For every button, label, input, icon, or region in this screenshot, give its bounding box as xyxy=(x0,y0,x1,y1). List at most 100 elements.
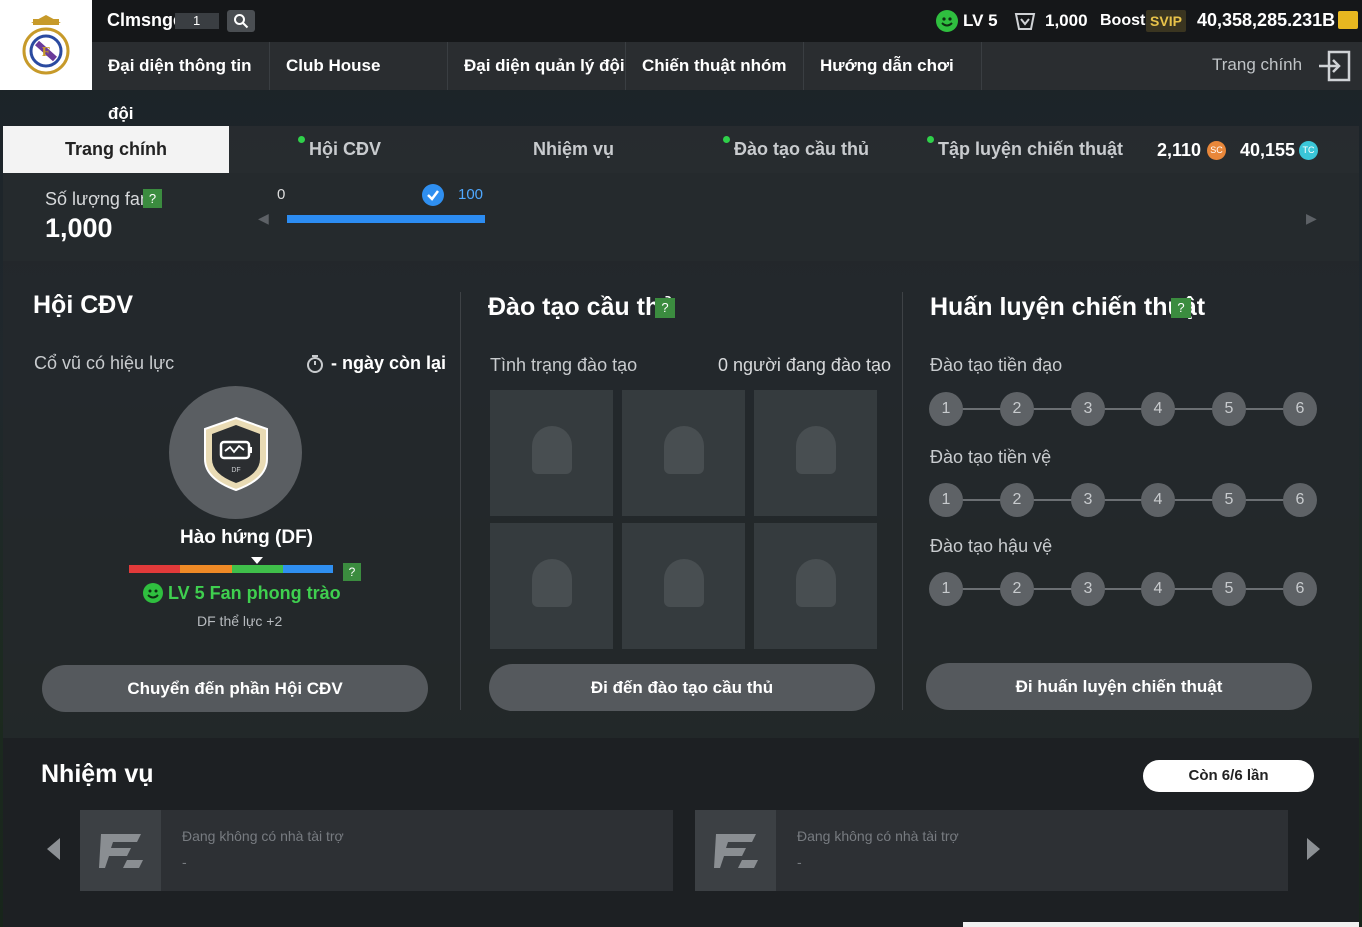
player-placeholder-icon xyxy=(664,559,704,607)
level-bar-red xyxy=(129,565,180,573)
progress-min: 0 xyxy=(277,186,286,203)
help-icon[interactable]: ? xyxy=(1171,298,1191,318)
go-to-tactics-button[interactable]: Đi huấn luyện chiến thuật xyxy=(926,663,1312,710)
effect-label: Cổ vũ có hiệu lực xyxy=(34,353,175,373)
bottom-strip xyxy=(963,922,1359,927)
mission-sub: - xyxy=(797,854,802,870)
step-node[interactable]: 2 xyxy=(1000,572,1034,606)
coins-icon[interactable] xyxy=(1338,11,1358,29)
training-slot[interactable] xyxy=(622,390,745,516)
help-icon[interactable]: ? xyxy=(343,563,361,581)
step-node[interactable]: 1 xyxy=(929,572,963,606)
step-node[interactable]: 6 xyxy=(1283,483,1317,517)
tab-label: Tập luyện chiến thuật xyxy=(938,139,1124,159)
smile-icon xyxy=(936,10,958,32)
search-icon xyxy=(234,14,249,29)
player-placeholder-icon xyxy=(796,559,836,607)
fc-logo-icon xyxy=(80,810,161,891)
training-slot[interactable] xyxy=(754,390,877,516)
training-slot[interactable] xyxy=(622,523,745,649)
search-button[interactable] xyxy=(227,10,255,32)
nav-team-tactics[interactable]: Chiến thuật nhóm xyxy=(626,42,804,90)
go-to-supporters-button[interactable]: Chuyển đến phần Hội CĐV xyxy=(42,665,428,712)
supporters-title: Hội CĐV xyxy=(33,291,133,319)
fan-level-text: LV 5 Fan phong trào xyxy=(168,583,341,603)
mission-text: Đang không có nhà tài trợ xyxy=(797,828,959,844)
level-bar-orange xyxy=(180,565,232,573)
tab-missions[interactable]: Nhiệm vụ xyxy=(533,126,614,173)
chevron-right-icon[interactable]: ▶ xyxy=(1306,210,1317,227)
mission-sub: - xyxy=(182,854,187,870)
exit-button[interactable] xyxy=(1317,50,1351,82)
club-logo[interactable]: F xyxy=(0,0,92,90)
tactics-row-label: Đào tạo tiền đạo xyxy=(930,355,1063,375)
svg-text:F: F xyxy=(42,45,51,60)
step-node[interactable]: 5 xyxy=(1212,392,1246,426)
training-status-label: Tình trạng đào tạo xyxy=(490,355,638,375)
player-placeholder-icon xyxy=(664,426,704,474)
tactics-title: Huấn luyện chiến thuật xyxy=(930,293,1206,321)
divider xyxy=(902,292,903,710)
fan-count-value: 1,000 xyxy=(45,213,113,243)
nav-club-house[interactable]: Club House xyxy=(270,42,448,90)
cheer-emblem-icon[interactable]: DF xyxy=(201,415,271,493)
level-marker xyxy=(251,557,263,564)
days-left: - ngày còn lại xyxy=(331,353,447,373)
training-slot[interactable] xyxy=(490,523,613,649)
nav-home-link[interactable]: Trang chính xyxy=(1212,55,1302,75)
step-node[interactable]: 2 xyxy=(1000,392,1034,426)
training-slot[interactable] xyxy=(490,390,613,516)
tab-supporters[interactable]: Hội CĐV xyxy=(298,126,381,173)
notification-dot xyxy=(723,136,730,143)
arrow-right-icon[interactable] xyxy=(1307,838,1320,860)
fan-strip xyxy=(3,173,1359,261)
mission-card[interactable]: Đang không có nhà tài trợ - xyxy=(80,810,673,891)
training-title: Đào tạo cầu thủ xyxy=(488,293,676,321)
tactics-row-label: Đào tạo tiền vệ xyxy=(930,447,1052,467)
tactics-row-label: Đào tạo hậu vệ xyxy=(930,536,1053,556)
nav-team-info[interactable]: Đại diện thông tin đội xyxy=(92,42,270,123)
step-node[interactable]: 6 xyxy=(1283,392,1317,426)
step-node[interactable]: 4 xyxy=(1141,483,1175,517)
svip-badge[interactable]: SVIP xyxy=(1146,10,1186,32)
step-node[interactable]: 5 xyxy=(1212,572,1246,606)
step-node[interactable]: 3 xyxy=(1071,572,1105,606)
step-node[interactable]: 1 xyxy=(929,392,963,426)
emblem-tag: DF xyxy=(231,467,240,474)
tab-home[interactable]: Trang chính xyxy=(3,126,229,173)
step-node[interactable]: 3 xyxy=(1071,483,1105,517)
nav-team-management[interactable]: Đại diện quản lý đội xyxy=(448,42,626,90)
club-name: Clmsnge xyxy=(107,10,184,30)
step-node[interactable]: 1 xyxy=(929,483,963,517)
go-to-training-button[interactable]: Đi đến đào tạo cầu thủ xyxy=(489,664,875,711)
tc-amount: 40,155 xyxy=(1240,140,1296,160)
step-node[interactable]: 3 xyxy=(1071,392,1105,426)
fan-count-label: Số lượng fan xyxy=(45,189,150,209)
step-node[interactable]: 6 xyxy=(1283,572,1317,606)
fc-logo-icon xyxy=(695,810,776,891)
check-icon xyxy=(422,184,444,206)
tab-player-training[interactable]: Đào tạo cầu thủ xyxy=(723,126,869,173)
tab-tactics-training[interactable]: Tập luyện chiến thuật xyxy=(927,126,1123,173)
step-node[interactable]: 4 xyxy=(1141,392,1175,426)
step-node[interactable]: 5 xyxy=(1212,483,1246,517)
step-node[interactable]: 2 xyxy=(1000,483,1034,517)
nav-guide[interactable]: Hướng dẫn chơi xyxy=(804,42,982,90)
training-count-label: 0 người đang đào tạo xyxy=(718,355,891,375)
notification-dot xyxy=(927,136,934,143)
help-icon[interactable]: ? xyxy=(143,189,162,208)
stopwatch-icon xyxy=(305,354,325,374)
arrow-left-icon[interactable] xyxy=(47,838,60,860)
sc-amount: 2,110 xyxy=(1157,140,1202,160)
step-node[interactable]: 4 xyxy=(1141,572,1175,606)
boost-label: Boost xyxy=(1100,12,1146,29)
fan-icon xyxy=(1013,9,1037,33)
mission-text: Đang không có nhà tài trợ xyxy=(182,828,344,844)
chevron-left-icon[interactable]: ◀ xyxy=(258,210,269,227)
training-slot[interactable] xyxy=(754,523,877,649)
mission-card[interactable]: Đang không có nhà tài trợ - xyxy=(695,810,1288,891)
remaining-badge: Còn 6/6 lần xyxy=(1143,760,1314,792)
player-placeholder-icon xyxy=(796,426,836,474)
emblem-name: Hào hứng (DF) xyxy=(180,527,314,548)
help-icon[interactable]: ? xyxy=(655,298,675,318)
